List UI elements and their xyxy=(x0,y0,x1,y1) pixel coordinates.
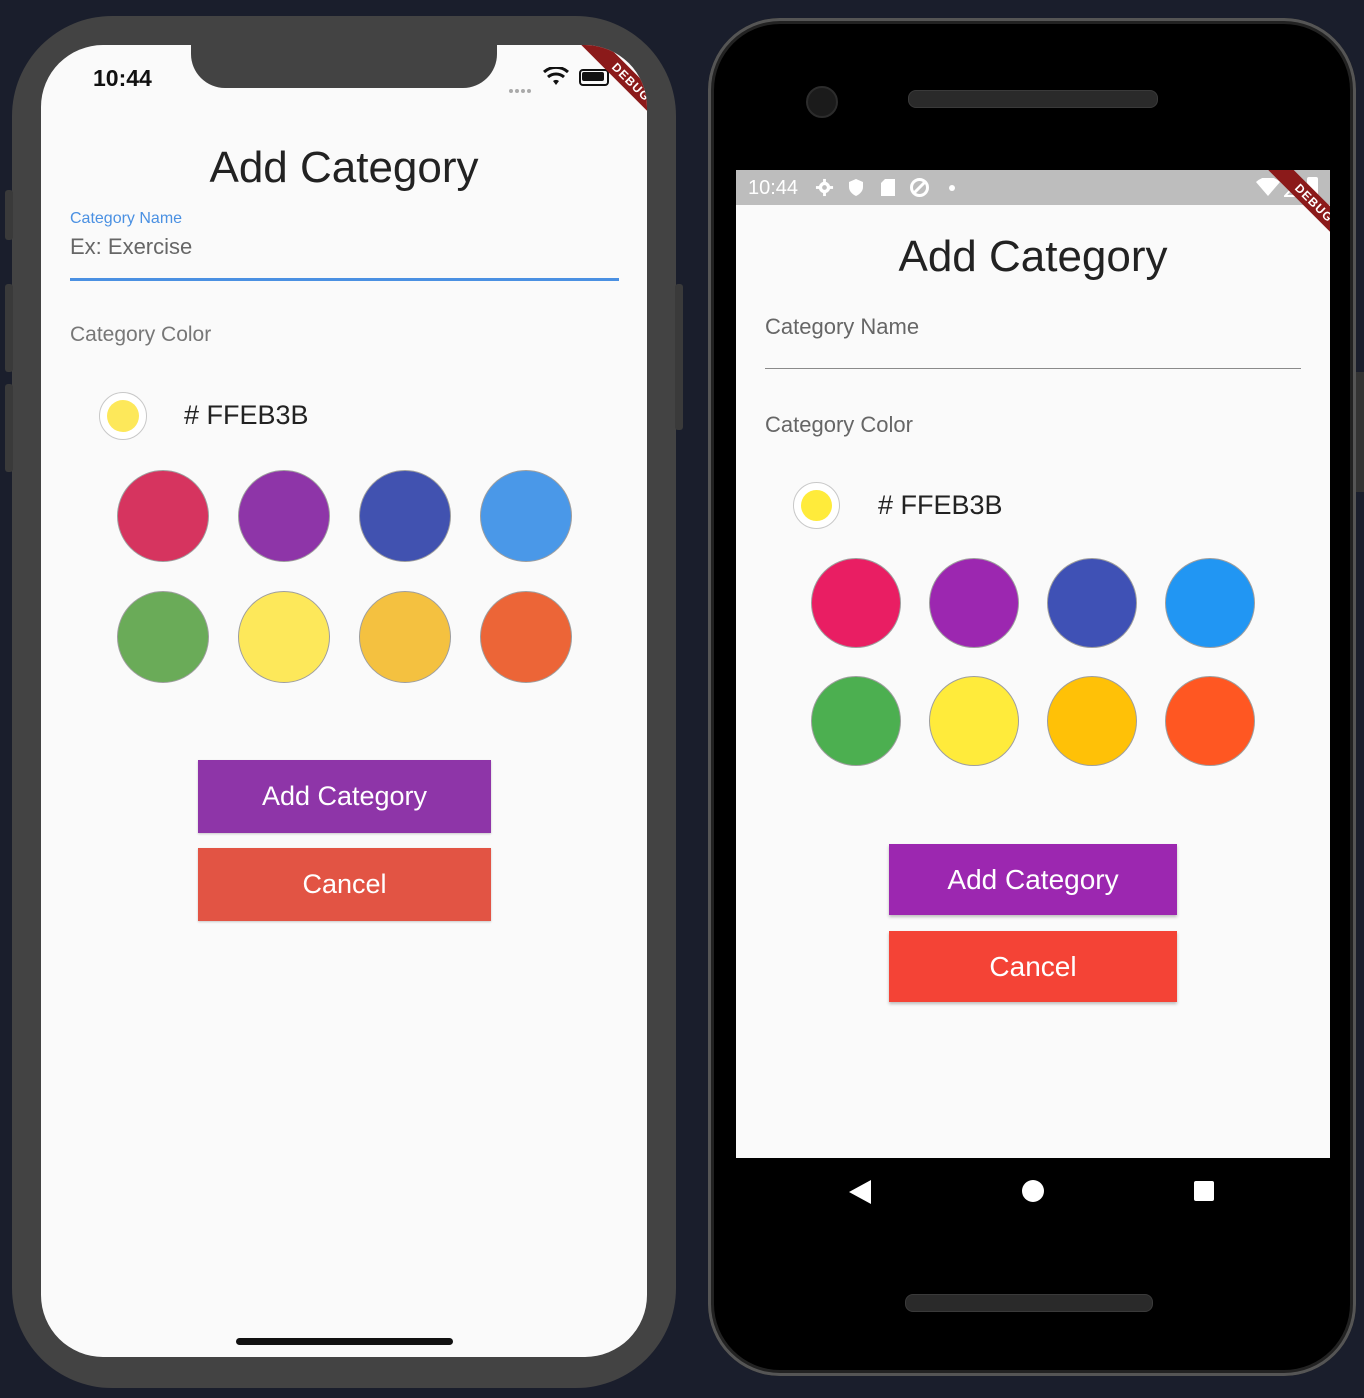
earpiece-speaker xyxy=(908,90,1158,108)
cancel-button[interactable]: Cancel xyxy=(198,848,491,921)
wifi-icon xyxy=(543,67,569,85)
color-swatch[interactable] xyxy=(359,470,451,562)
color-swatch[interactable] xyxy=(1165,676,1255,766)
color-swatch[interactable] xyxy=(811,558,901,648)
iphone-volume-down-button xyxy=(5,384,13,472)
add-category-button[interactable]: Add Category xyxy=(198,760,491,833)
color-swatch[interactable] xyxy=(480,470,572,562)
front-camera-icon xyxy=(806,86,838,118)
category-name-input[interactable]: Ex: Exercise xyxy=(70,234,619,281)
color-swatch[interactable] xyxy=(1047,676,1137,766)
home-circle-icon[interactable] xyxy=(1022,1180,1044,1202)
wifi-icon xyxy=(1256,178,1280,196)
data-saver-icon xyxy=(910,178,929,197)
color-swatch[interactable] xyxy=(480,591,572,683)
status-time: 10:44 xyxy=(748,177,799,199)
cellular-signal-icon xyxy=(509,80,533,98)
color-swatch[interactable] xyxy=(1047,558,1137,648)
color-swatch[interactable] xyxy=(238,470,330,562)
iphone-power-button xyxy=(675,284,683,430)
bottom-speaker xyxy=(905,1294,1153,1312)
color-swatch[interactable] xyxy=(811,676,901,766)
selected-color-indicator xyxy=(793,482,840,529)
category-color-label: Category Color xyxy=(765,412,913,437)
category-color-label: Category Color xyxy=(70,323,212,346)
selected-color-dot xyxy=(107,400,139,432)
color-swatch[interactable] xyxy=(238,591,330,683)
home-indicator[interactable] xyxy=(236,1338,453,1345)
page-title: Add Category xyxy=(898,232,1168,281)
selected-color-hex: # FFEB3B xyxy=(878,490,1003,520)
color-swatch[interactable] xyxy=(1165,558,1255,648)
color-swatch[interactable] xyxy=(929,558,1019,648)
iphone-screen: 10:44 DEBUG Add Category Category Name E… xyxy=(41,45,647,1357)
color-swatch[interactable] xyxy=(117,470,209,562)
shield-icon xyxy=(849,179,863,196)
category-name-label: Category Name xyxy=(70,210,183,227)
selected-color-dot xyxy=(801,490,832,521)
iphone-notch xyxy=(191,45,497,88)
iphone-volume-up-button xyxy=(5,284,13,372)
cancel-button[interactable]: Cancel xyxy=(889,931,1177,1002)
back-triangle-icon[interactable] xyxy=(849,1180,871,1204)
battery-icon xyxy=(579,69,609,86)
add-category-button[interactable]: Add Category xyxy=(889,844,1177,915)
navigation-bar xyxy=(736,1158,1330,1228)
category-name-input[interactable]: Category Name xyxy=(765,310,1301,369)
status-bar: 10:44 xyxy=(736,170,1330,205)
color-swatch[interactable] xyxy=(929,676,1019,766)
sd-card-icon xyxy=(881,179,895,196)
category-name-label: Category Name xyxy=(765,314,920,339)
android-screen: 10:44 DEBUG Add Category Category Name C… xyxy=(736,170,1330,1158)
selected-color-hex: # FFEB3B xyxy=(184,400,309,430)
android-side-button xyxy=(1356,372,1364,492)
category-name-placeholder: Ex: Exercise xyxy=(70,234,193,259)
color-swatch[interactable] xyxy=(359,591,451,683)
status-time: 10:44 xyxy=(93,65,152,91)
page-title: Add Category xyxy=(209,143,479,192)
notification-dot-icon xyxy=(949,185,955,191)
color-swatch[interactable] xyxy=(117,591,209,683)
iphone-mute-switch xyxy=(5,190,13,240)
recent-apps-square-icon[interactable] xyxy=(1194,1181,1214,1201)
selected-color-indicator xyxy=(99,392,147,440)
settings-gear-icon xyxy=(815,178,834,197)
